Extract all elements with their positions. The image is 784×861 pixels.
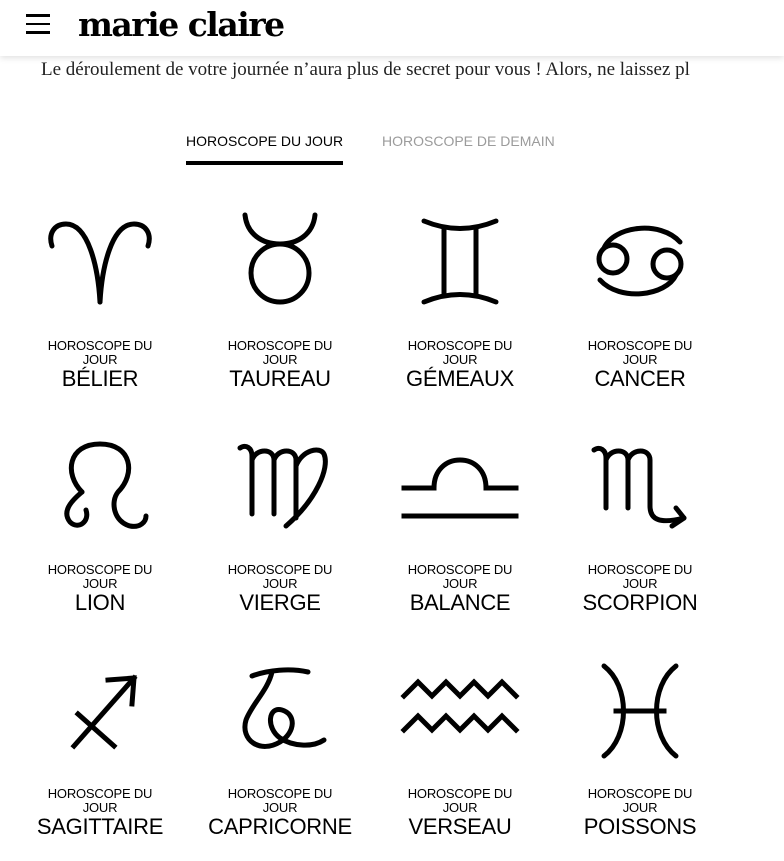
sign-name: TAUREAU	[229, 366, 331, 391]
virgo-icon	[237, 443, 328, 529]
sign-card-gemeaux[interactable]: HOROSCOPE DU JOUR GÉMEAUX	[370, 200, 550, 400]
leo-icon	[64, 441, 149, 529]
sign-name: CAPRICORNE	[208, 814, 352, 839]
sign-name: SCORPION	[582, 590, 698, 615]
capricorn-icon	[242, 667, 327, 749]
sign-card-sagittaire[interactable]: HOROSCOPE DU JOUR SAGITTAIRE	[10, 648, 190, 848]
hamburger-menu-icon[interactable]	[26, 13, 50, 35]
intro-text: Le déroulement de votre journée n’aura p…	[41, 59, 690, 80]
sign-card-scorpion[interactable]: HOROSCOPE DU JOUR SCORPION	[550, 424, 730, 624]
sign-kicker: HOROSCOPE DU JOUR	[47, 562, 153, 591]
sign-name: BÉLIER	[61, 366, 139, 391]
libra-icon	[401, 457, 519, 519]
scorpio-icon	[591, 445, 687, 529]
sign-kicker: HOROSCOPE DU JOUR	[407, 562, 513, 591]
site-header: marie claire	[0, 0, 784, 56]
sign-card-capricorne[interactable]: HOROSCOPE DU JOUR CAPRICORNE	[190, 648, 370, 848]
sign-kicker: HOROSCOPE DU JOUR	[47, 786, 153, 815]
sign-card-verseau[interactable]: HOROSCOPE DU JOUR VERSEAU	[370, 648, 550, 848]
sign-name: GÉMEAUX	[406, 366, 514, 391]
tab-horoscope-du-jour[interactable]: HOROSCOPE DU JOUR	[186, 130, 344, 165]
sign-name: VIERGE	[239, 590, 321, 615]
cancer-icon	[596, 225, 684, 297]
aquarius-icon	[400, 678, 520, 734]
sign-kicker: HOROSCOPE DU JOUR	[47, 338, 153, 367]
sign-name: SAGITTAIRE	[36, 814, 164, 839]
sign-kicker: HOROSCOPE DU JOUR	[227, 562, 333, 591]
pisces-icon	[601, 663, 679, 759]
gemini-icon	[421, 218, 499, 305]
sign-kicker: HOROSCOPE DU JOUR	[587, 338, 693, 367]
sign-name: LION	[74, 590, 126, 615]
sign-card-lion[interactable]: HOROSCOPE DU JOUR LION	[10, 424, 190, 624]
sign-kicker: HOROSCOPE DU JOUR	[227, 338, 333, 367]
sign-card-poissons[interactable]: HOROSCOPE DU JOUR POISSONS	[550, 648, 730, 848]
site-logo[interactable]: marie claire	[78, 3, 285, 47]
sign-card-taureau[interactable]: HOROSCOPE DU JOUR TAUREAU	[190, 200, 370, 400]
sign-name: VERSEAU	[408, 814, 512, 839]
sign-kicker: HOROSCOPE DU JOUR	[407, 338, 513, 367]
sign-card-vierge[interactable]: HOROSCOPE DU JOUR VIERGE	[190, 424, 370, 624]
sign-name: BALANCE	[409, 590, 511, 615]
sign-name: CANCER	[594, 366, 686, 391]
tab-horoscope-de-demain[interactable]: HOROSCOPE DE DEMAIN	[382, 130, 555, 152]
sign-kicker: HOROSCOPE DU JOUR	[587, 786, 693, 815]
aries-icon	[48, 221, 152, 305]
sign-kicker: HOROSCOPE DU JOUR	[587, 562, 693, 591]
sign-kicker: HOROSCOPE DU JOUR	[227, 786, 333, 815]
taurus-icon	[242, 212, 318, 305]
sign-card-balance[interactable]: HOROSCOPE DU JOUR BALANCE	[370, 424, 550, 624]
sign-card-belier[interactable]: HOROSCOPE DU JOUR BÉLIER	[10, 200, 190, 400]
sagittarius-icon	[70, 674, 138, 750]
sign-name: POISSONS	[583, 814, 697, 839]
sign-card-cancer[interactable]: HOROSCOPE DU JOUR CANCER	[550, 200, 730, 400]
sign-kicker: HOROSCOPE DU JOUR	[407, 786, 513, 815]
